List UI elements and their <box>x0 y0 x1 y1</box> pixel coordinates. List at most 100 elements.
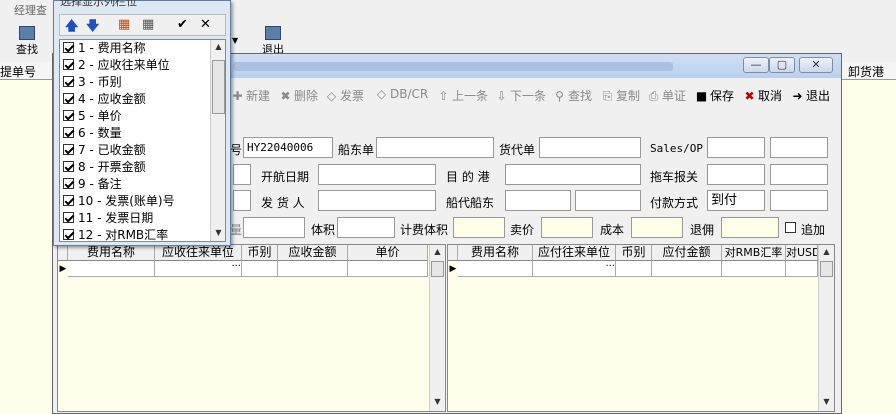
next-record-button[interactable]: ⇩ 下一条 <box>495 87 546 104</box>
column-list[interactable]: 1 - 费用名称 2 - 应收往来单位 3 - 币别 4 - 应收金额 5 - … <box>59 39 226 242</box>
invoice-button[interactable]: ◇ 发票 <box>325 87 364 104</box>
column-header-bill-no[interactable]: 提单号 <box>0 63 36 80</box>
move-up-icon[interactable]: 🡅 <box>65 17 78 39</box>
sell-price-field[interactable] <box>541 217 593 238</box>
scroll-down-arrow[interactable]: ▼ <box>430 395 445 409</box>
col-header-fee-name[interactable]: 费用名称 <box>68 245 155 261</box>
cell-currency[interactable] <box>616 261 652 277</box>
sail-date-field[interactable] <box>318 164 436 185</box>
ship-order-field[interactable] <box>376 137 494 158</box>
col-header-payable-amount[interactable]: 应付金额 <box>652 245 722 261</box>
list-item[interactable]: 1 - 费用名称 <box>63 40 146 57</box>
find-button[interactable]: 查找 <box>12 26 42 57</box>
copy-button[interactable]: ⎘ 复制 <box>601 87 640 104</box>
col-header-receivable-amount[interactable]: 应收金额 <box>278 245 348 261</box>
cancel-button[interactable]: ✖ 取消 <box>743 87 782 104</box>
scroll-thumb[interactable] <box>212 60 225 114</box>
checkbox[interactable] <box>63 212 74 223</box>
palette-icon[interactable]: ▦ <box>118 17 130 32</box>
weight-field[interactable] <box>243 217 305 238</box>
cell-fee-name[interactable] <box>68 261 155 277</box>
list-item[interactable]: 12 - 对RMB汇率 <box>63 227 168 241</box>
vertical-scrollbar[interactable]: ▲ ▼ <box>210 40 225 241</box>
list-item[interactable]: 10 - 发票(账单)号 <box>63 193 175 210</box>
payment-extra-field[interactable] <box>770 190 828 211</box>
shipper-field[interactable] <box>318 190 436 211</box>
close-button[interactable]: ✕ <box>799 57 833 73</box>
scroll-thumb[interactable] <box>431 261 444 277</box>
cell-receivable-party[interactable]: ··· <box>155 261 242 277</box>
minimize-button[interactable]: — <box>743 57 769 73</box>
list-item[interactable]: 9 - 备注 <box>63 176 122 193</box>
find-button[interactable]: ⚲ 查找 <box>553 87 592 104</box>
volume-field[interactable] <box>337 217 395 238</box>
dest-port-field[interactable] <box>505 164 641 185</box>
cell-rmb-rate[interactable] <box>722 261 786 277</box>
cell-usd-rate[interactable] <box>786 261 818 277</box>
grid-icon[interactable]: ▦ <box>142 17 154 32</box>
scroll-down-arrow[interactable]: ▼ <box>819 395 834 409</box>
checkbox[interactable] <box>63 144 74 155</box>
tow-customs-field-2[interactable] <box>770 164 828 185</box>
vertical-scrollbar[interactable]: ▲ ▼ <box>429 245 445 411</box>
checkbox[interactable] <box>63 76 74 87</box>
col-header-currency[interactable]: 币别 <box>616 245 652 261</box>
cell-payable-party[interactable]: ··· <box>533 261 616 277</box>
checkbox[interactable] <box>63 195 74 206</box>
vertical-scrollbar[interactable]: ▲ ▼ <box>818 245 834 411</box>
list-item[interactable]: 7 - 已收金额 <box>63 142 146 159</box>
checkbox[interactable] <box>63 59 74 70</box>
scroll-up-arrow[interactable]: ▲ <box>819 245 834 259</box>
menu-label[interactable]: 经理查 <box>14 2 47 18</box>
delete-button[interactable]: ✖ 删除 <box>279 87 318 104</box>
close-icon[interactable]: ✕ <box>200 17 211 32</box>
list-item[interactable]: 11 - 发票日期 <box>63 210 153 227</box>
ok-icon[interactable]: ✔ <box>177 17 188 32</box>
checkbox[interactable] <box>63 42 74 53</box>
move-down-icon[interactable]: 🡇 <box>86 17 99 39</box>
scroll-up-arrow[interactable]: ▲ <box>430 245 445 259</box>
ship-agent-field-2[interactable] <box>575 190 641 211</box>
payables-grid[interactable]: 费用名称 应付往来单位 币别 应付金额 对RMB汇率 对USD ▶ ··· ▲ … <box>447 244 835 412</box>
list-item[interactable]: 8 - 开票金额 <box>63 159 146 176</box>
scroll-up-arrow[interactable]: ▲ <box>211 40 225 54</box>
receivables-grid[interactable]: 费用名称 应收往来单位 币别 应收金额 单价 ▶ ··· ▲ ▼ <box>57 244 446 412</box>
maximize-button[interactable]: ▢ <box>769 57 795 73</box>
col-header-currency[interactable]: 币别 <box>242 245 278 261</box>
cell-unit-price[interactable] <box>348 261 428 277</box>
row3-left-field[interactable] <box>233 190 251 211</box>
checkbox[interactable] <box>63 93 74 104</box>
salesop-field-1[interactable] <box>707 137 765 158</box>
id-field[interactable]: HY22040006 <box>243 137 333 158</box>
cell-currency[interactable] <box>242 261 278 277</box>
salesop-field-2[interactable] <box>770 137 828 158</box>
scroll-down-arrow[interactable]: ▼ <box>211 226 225 240</box>
col-header-payable-party[interactable]: 应付往来单位 <box>533 245 616 261</box>
append-checkbox[interactable] <box>785 222 796 233</box>
list-item[interactable]: 6 - 数量 <box>63 125 122 142</box>
cell-receivable-amount[interactable] <box>278 261 348 277</box>
prev-record-button[interactable]: ⇧ 上一条 <box>437 87 488 104</box>
payment-field[interactable]: 到付 <box>707 190 765 211</box>
cost-field[interactable] <box>631 217 683 238</box>
cell-fee-name[interactable] <box>458 261 533 277</box>
save-button[interactable]: ■ 保存 <box>695 87 734 104</box>
cell-payable-amount[interactable] <box>652 261 722 277</box>
list-item[interactable]: 5 - 单价 <box>63 108 122 125</box>
tow-customs-field-1[interactable] <box>707 164 765 185</box>
list-item[interactable]: 3 - 币别 <box>63 74 122 91</box>
col-header-rmb-rate[interactable]: 对RMB汇率 <box>722 245 786 261</box>
charge-volume-field[interactable] <box>453 217 505 238</box>
forwarder-field[interactable] <box>539 137 641 158</box>
checkbox[interactable] <box>63 178 74 189</box>
col-header-unit-price[interactable]: 单价 <box>348 245 428 261</box>
new-button[interactable]: ✚ 新建 <box>231 87 270 104</box>
scroll-thumb[interactable] <box>820 261 833 277</box>
checkbox[interactable] <box>63 229 74 240</box>
row2-left-field[interactable] <box>233 164 251 185</box>
checkbox[interactable] <box>63 127 74 138</box>
column-header-discharge-port[interactable]: 卸货港 <box>848 63 884 80</box>
list-item[interactable]: 2 - 应收往来单位 <box>63 57 170 74</box>
refund-field[interactable] <box>721 217 779 238</box>
document-button[interactable]: ⎙ 单证 <box>647 87 686 104</box>
